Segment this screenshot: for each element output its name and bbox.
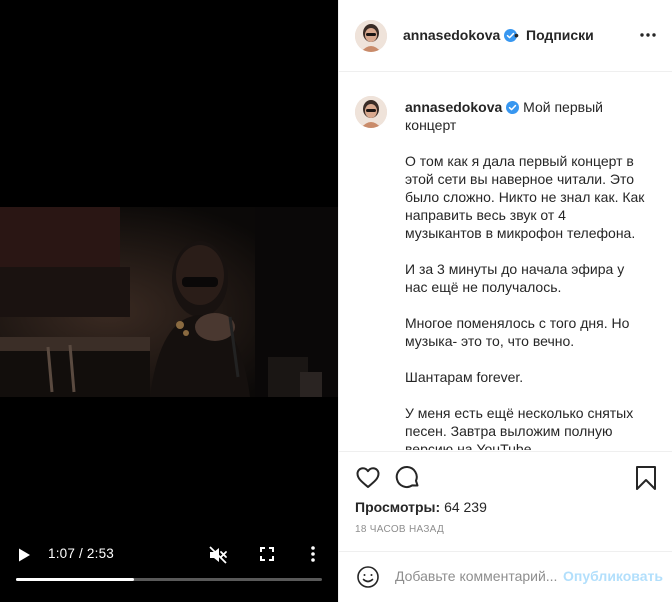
caption-paragraph: О том как я дала первый концерт в этой с…: [405, 153, 645, 241]
header-username-label[interactable]: annasedokova: [403, 27, 500, 43]
smiley-icon[interactable]: [356, 565, 380, 589]
video-frame[interactable]: [0, 207, 338, 397]
header-separator: •: [514, 27, 519, 43]
post-actions: Просмотры: 64 239 18 ЧАСОВ НАЗАД: [339, 451, 672, 551]
vertical-dots-icon[interactable]: [304, 545, 322, 563]
comment-input[interactable]: [395, 564, 563, 588]
publish-button[interactable]: Опубликовать: [563, 568, 663, 584]
video-progress-bar[interactable]: [16, 578, 322, 581]
views-label: Просмотры:: [355, 499, 441, 515]
avatar[interactable]: [355, 96, 387, 128]
header-username[interactable]: annasedokova: [403, 27, 518, 43]
video-player[interactable]: 1:07 / 2:53: [0, 0, 338, 602]
heart-icon[interactable]: [355, 465, 381, 491]
bookmark-icon[interactable]: [633, 465, 659, 491]
avatar[interactable]: [355, 20, 387, 52]
horizontal-dots-icon[interactable]: [637, 24, 659, 46]
caption-paragraph: У меня есть ещё несколько снятых песен. …: [405, 405, 634, 450]
caption-paragraph: И за 3 минуты до начала эфира у нас ещё …: [405, 261, 625, 295]
caption-paragraph: Многое поменялось с того дня. Но музыка-…: [405, 315, 630, 349]
comment-bubble-icon[interactable]: [395, 465, 421, 491]
caption-paragraph: Шантарам forever.: [405, 369, 524, 385]
video-controls: 1:07 / 2:53: [0, 538, 338, 602]
post-header: annasedokova • Подписки: [339, 0, 672, 72]
views-count[interactable]: Просмотры: 64 239: [355, 499, 487, 515]
caption-text: annasedokova Мой первый концерт О том ка…: [405, 98, 645, 450]
comment-bar: Опубликовать: [339, 551, 672, 602]
verified-badge-icon: [506, 101, 520, 114]
fullscreen-icon[interactable]: [258, 545, 276, 563]
caption-title-line: annasedokova Мой первый концерт: [405, 98, 645, 134]
following-button[interactable]: Подписки: [526, 27, 594, 43]
post-timestamp[interactable]: 18 ЧАСОВ НАЗАД: [355, 524, 444, 535]
caption-username[interactable]: annasedokova: [405, 99, 502, 115]
play-icon[interactable]: [16, 547, 32, 563]
muted-speaker-icon[interactable]: [208, 545, 228, 565]
video-time-display: 1:07 / 2:53: [48, 546, 115, 561]
views-value: 64 239: [444, 499, 487, 515]
video-progress-fill: [16, 578, 135, 581]
post-sidebar: annasedokova • Подписки annasedokova Мой…: [338, 0, 672, 602]
caption-area: annasedokova Мой первый концерт О том ка…: [339, 72, 672, 450]
